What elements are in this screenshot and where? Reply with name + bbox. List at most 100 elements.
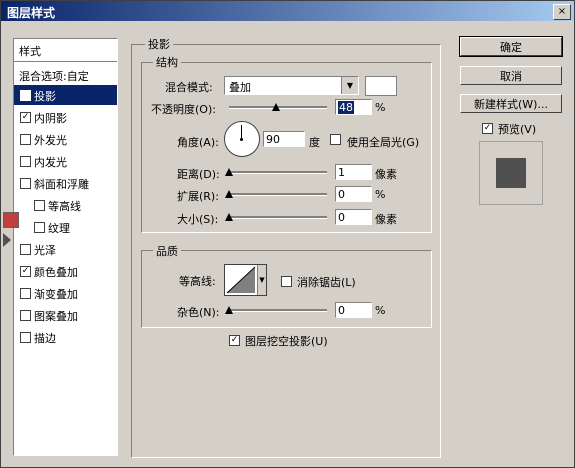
- sidebar-item-label: 内阴影: [34, 112, 67, 125]
- angle-dial-center: [240, 138, 243, 141]
- sidebar-item[interactable]: 内发光: [14, 151, 117, 171]
- opacity-slider[interactable]: [229, 103, 327, 112]
- size-slider-thumb[interactable]: [225, 213, 233, 221]
- arrow-right-icon[interactable]: [3, 233, 11, 247]
- opacity-input[interactable]: 48: [335, 99, 372, 115]
- blend-mode-label: 混合模式:: [165, 81, 213, 94]
- contour-preview-icon: [226, 266, 256, 294]
- sidebar-item-checkbox[interactable]: [34, 200, 45, 211]
- ok-button[interactable]: 确定: [459, 36, 563, 57]
- sidebar-item-checkbox[interactable]: [34, 222, 45, 233]
- sidebar-item[interactable]: 描边: [14, 327, 117, 347]
- sidebar-item-label: 图案叠加: [34, 310, 78, 323]
- sidebar-item[interactable]: 斜面和浮雕: [14, 173, 117, 193]
- knockout-label: 图层挖空投影(U): [245, 335, 328, 348]
- sidebar-item-label: 斜面和浮雕: [34, 178, 89, 191]
- distance-slider-track: [229, 171, 327, 174]
- distance-label: 距离(D):: [177, 168, 220, 181]
- style-preview: [479, 141, 543, 205]
- sidebar-item-checkbox[interactable]: ✓: [20, 112, 31, 123]
- preview-label: 预览(V): [498, 123, 537, 136]
- sidebar-item-checkbox[interactable]: [20, 134, 31, 145]
- sidebar-item-checkbox[interactable]: [20, 288, 31, 299]
- spread-slider[interactable]: [225, 190, 327, 199]
- new-style-button[interactable]: 新建样式(W)...: [460, 94, 562, 113]
- contour-picker[interactable]: ▼: [224, 264, 267, 296]
- sidebar-item-checkbox[interactable]: [20, 156, 31, 167]
- noise-slider-track: [229, 309, 327, 312]
- distance-slider[interactable]: [225, 168, 327, 177]
- sidebar-item-label: 投影: [34, 90, 56, 103]
- sidebar-item[interactable]: 等高线: [14, 195, 117, 215]
- window-title: 图层样式: [7, 6, 56, 20]
- layer-style-dialog: 图层样式 × 样式 混合选项:自定 ✓ 投影 ✓ 内阴影 外发光 内发光 斜面和浮雕 等高线纹…: [0, 0, 575, 468]
- sidebar-item[interactable]: 渐变叠加: [14, 283, 117, 303]
- contour-label: 等高线:: [179, 275, 216, 288]
- sidebar-item-checkbox[interactable]: [20, 332, 31, 343]
- style-list: 样式 混合选项:自定 ✓ 投影 ✓ 内阴影 外发光 内发光 斜面和浮雕 等高线 纹理 光泽 ✓ 颜色叠…: [13, 38, 118, 456]
- style-list-header[interactable]: 样式: [14, 39, 117, 62]
- style-preview-swatch: [496, 158, 526, 188]
- knockout-checkbox[interactable]: ✓: [229, 335, 240, 346]
- structure-title: 结构: [153, 54, 181, 70]
- sidebar-item-checkbox[interactable]: [20, 310, 31, 321]
- drop-shadow-title: 投影: [145, 36, 173, 52]
- distance-input[interactable]: 1: [335, 164, 372, 180]
- title-bar[interactable]: 图层样式 ×: [1, 1, 574, 21]
- close-button[interactable]: ×: [553, 4, 571, 20]
- size-label: 大小(S):: [177, 213, 219, 226]
- preview-checkbox[interactable]: ✓: [482, 123, 493, 134]
- sidebar-item-checkbox[interactable]: ✓: [20, 266, 31, 277]
- antialias-checkbox[interactable]: [281, 276, 292, 287]
- chevron-down-icon: ▼: [341, 77, 358, 94]
- size-input[interactable]: 0: [335, 209, 372, 225]
- sidebar-item-label: 外发光: [34, 134, 67, 147]
- angle-label: 角度(A):: [177, 136, 219, 149]
- shadow-color-swatch[interactable]: [365, 76, 397, 96]
- global-light-checkbox[interactable]: [330, 134, 341, 145]
- sidebar-item-label: 纹理: [48, 222, 70, 235]
- blend-mode-select[interactable]: 叠加 ▼: [224, 76, 359, 95]
- spread-label: 扩展(R):: [177, 190, 219, 203]
- spread-unit: %: [375, 188, 386, 201]
- global-light-label: 使用全局光(G): [347, 136, 420, 149]
- cancel-button[interactable]: 取消: [460, 66, 562, 85]
- sidebar-item[interactable]: 外发光: [14, 129, 117, 149]
- sidebar-item-checkbox[interactable]: [20, 244, 31, 255]
- spread-slider-track: [229, 193, 327, 196]
- style-header-label: 样式: [19, 45, 41, 58]
- sidebar-item[interactable]: 光泽: [14, 239, 117, 259]
- distance-slider-thumb[interactable]: [225, 168, 233, 176]
- blend-mode-value: 叠加: [229, 81, 251, 94]
- opacity-value: 48: [338, 101, 354, 114]
- size-slider-track: [229, 216, 327, 219]
- sidebar-item[interactable]: ✓ 内阴影: [14, 107, 117, 127]
- angle-unit: 度: [309, 136, 320, 149]
- sidebar-item-label: 描边: [34, 332, 56, 345]
- sidebar-item-label: 渐变叠加: [34, 288, 78, 301]
- palette-icon[interactable]: [3, 212, 19, 228]
- sidebar-item[interactable]: 图案叠加: [14, 305, 117, 325]
- sidebar-item-checkbox[interactable]: [20, 178, 31, 189]
- spread-slider-thumb[interactable]: [225, 190, 233, 198]
- opacity-slider-thumb[interactable]: [272, 103, 281, 111]
- sidebar-item[interactable]: ✓ 颜色叠加: [14, 261, 117, 281]
- noise-slider-thumb[interactable]: [225, 306, 233, 314]
- sidebar-item-label: 内发光: [34, 156, 67, 169]
- angle-dial-needle: [241, 125, 242, 139]
- spread-input[interactable]: 0: [335, 186, 372, 202]
- sidebar-item-label: 光泽: [34, 244, 56, 257]
- opacity-unit: %: [375, 101, 386, 114]
- sidebar-item-checkbox[interactable]: ✓: [20, 90, 31, 101]
- noise-slider[interactable]: [225, 306, 327, 315]
- angle-dial[interactable]: [224, 121, 260, 157]
- angle-input[interactable]: 90: [263, 131, 305, 147]
- noise-label: 杂色(N):: [177, 306, 220, 319]
- blend-options-item[interactable]: 混合选项:自定: [14, 65, 117, 85]
- noise-input[interactable]: 0: [335, 302, 372, 318]
- sidebar-item-label: 颜色叠加: [34, 266, 78, 279]
- size-slider[interactable]: [225, 213, 327, 222]
- sidebar-item[interactable]: 纹理: [14, 217, 117, 237]
- sidebar-item[interactable]: ✓ 投影: [14, 85, 117, 105]
- sidebar-item-label: 等高线: [48, 200, 81, 213]
